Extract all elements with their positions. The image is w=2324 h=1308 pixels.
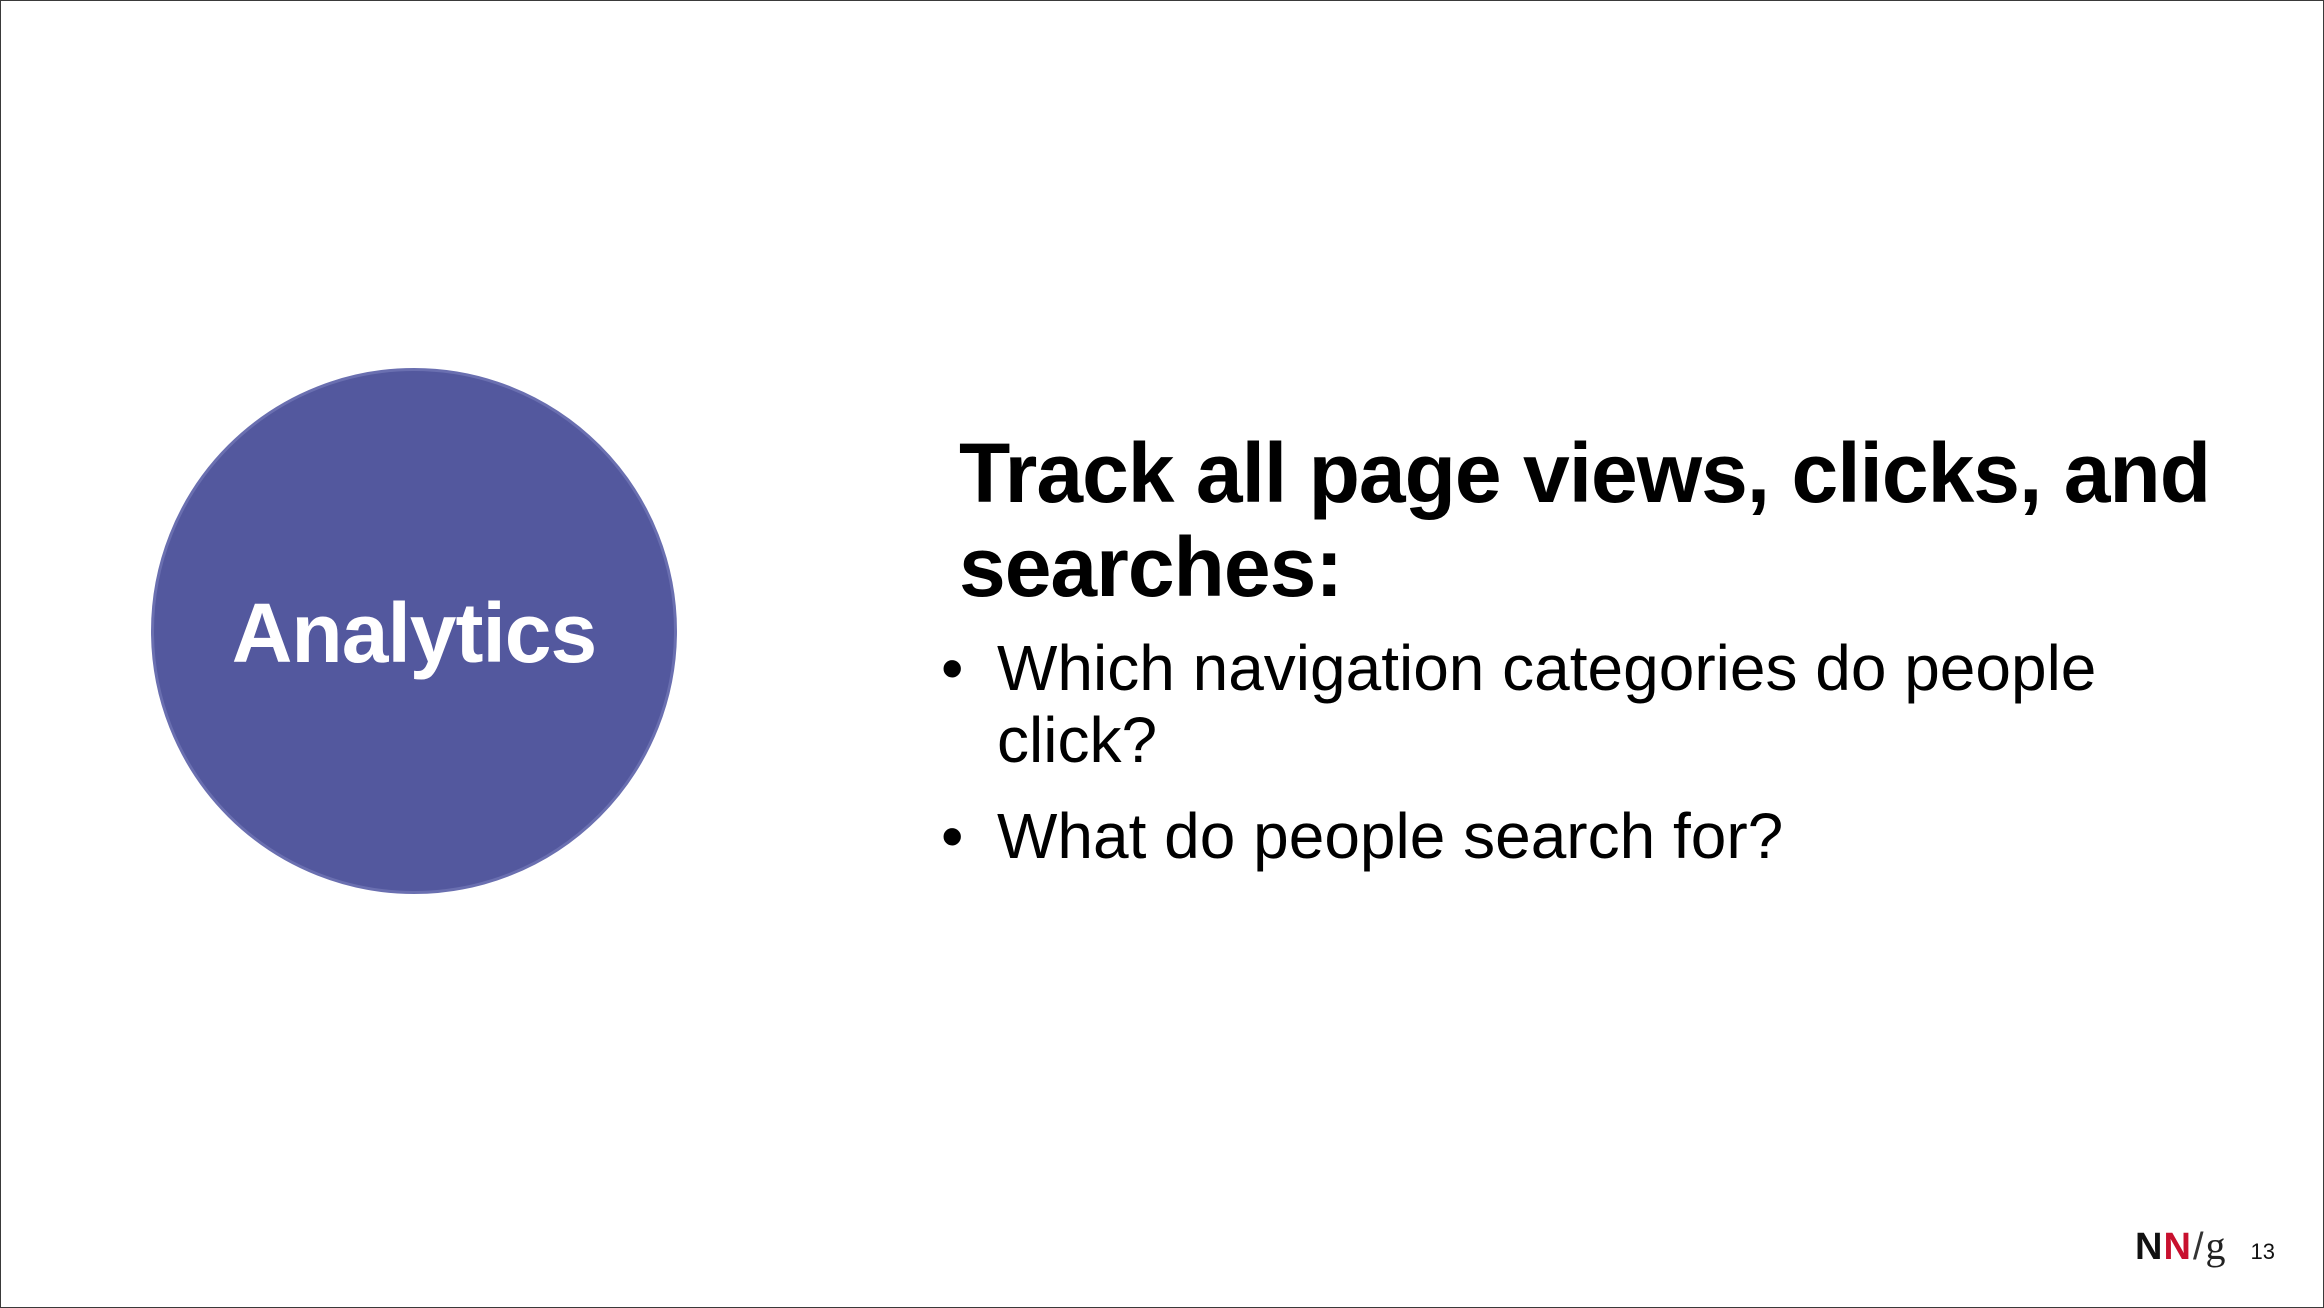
bullet-text: Which navigation categories do people cl… (997, 632, 2097, 776)
bullet-list: • Which navigation categories do people … (941, 632, 2259, 872)
logo-n1: N (2135, 1226, 2164, 1268)
bullet-text: What do people search for? (997, 800, 1784, 872)
logo-slash: / (2192, 1226, 2205, 1268)
slide-footer: N N / g 13 (2135, 1222, 2275, 1269)
logo-n2: N (2163, 1226, 2192, 1268)
circle-label: Analytics (231, 585, 597, 680)
content-block: Track all page views, clicks, and search… (941, 426, 2259, 896)
slide-heading: Track all page views, clicks, and search… (959, 426, 2211, 614)
bullet-item: • Which navigation categories do people … (941, 632, 2259, 776)
analytics-circle: Analytics (151, 368, 677, 894)
bullet-item: • What do people search for? (941, 800, 2259, 872)
bullet-dot-icon: • (941, 800, 964, 872)
bullet-dot-icon: • (941, 632, 964, 704)
nng-logo: N N / g (2135, 1222, 2226, 1269)
page-number: 13 (2250, 1239, 2275, 1264)
slide: Analytics Track all page views, clicks, … (0, 0, 2324, 1308)
logo-g: g (2205, 1223, 2227, 1268)
